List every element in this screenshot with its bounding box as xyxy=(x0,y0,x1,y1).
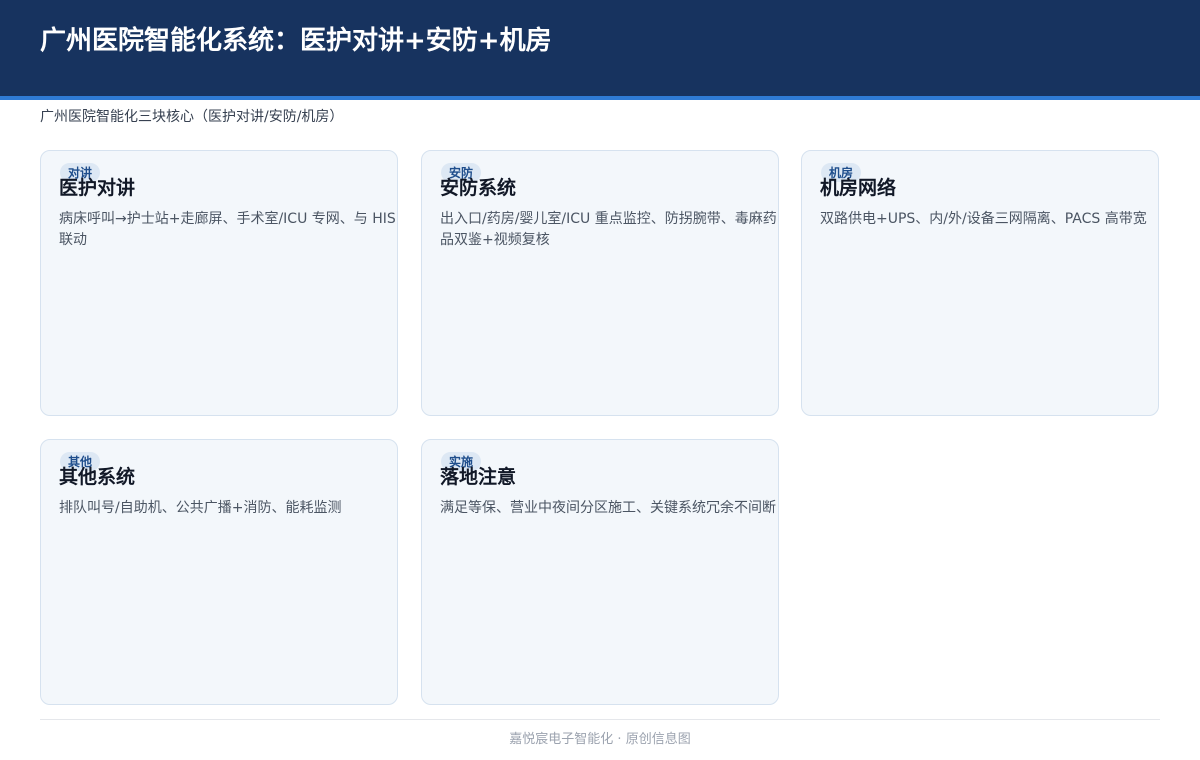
card-description: 病床呼叫→护士站+走廊屏、手术室/ICU 专网、与 HIS 联动 xyxy=(59,211,396,248)
page-subtitle: 广州医院智能化三块核心（医护对讲/安防/机房） xyxy=(40,109,344,125)
page-header: 广州医院智能化系统：医护对讲+安防+机房 xyxy=(0,0,1200,100)
page-title: 广州医院智能化系统：医护对讲+安防+机房 xyxy=(40,26,552,56)
card-implementation: 实施 落地注意 满足等保、营业中夜间分区施工、关键系统冗余不间断 xyxy=(421,439,779,705)
card-server-room: 机房 机房网络 双路供电+UPS、内/外/设备三网隔离、PACS 高带宽 xyxy=(801,150,1159,416)
card-security: 安防 安防系统 出入口/药房/婴儿室/ICU 重点监控、防拐腕带、毒麻药品双鉴+… xyxy=(421,150,779,416)
card-title: 医护对讲 xyxy=(59,177,136,199)
card-title: 落地注意 xyxy=(440,466,517,488)
card-description: 双路供电+UPS、内/外/设备三网隔离、PACS 高带宽 xyxy=(820,211,1147,227)
card-description: 排队叫号/自助机、公共广播+消防、能耗监测 xyxy=(59,500,342,516)
footer-divider xyxy=(40,719,1160,720)
footer-credit: 嘉悦宸电子智能化 · 原创信息图 xyxy=(509,732,691,747)
card-intercom: 对讲 医护对讲 病床呼叫→护士站+走廊屏、手术室/ICU 专网、与 HIS 联动 xyxy=(40,150,398,416)
card-description: 满足等保、营业中夜间分区施工、关键系统冗余不间断 xyxy=(440,500,776,516)
card-other-systems: 其他 其他系统 排队叫号/自助机、公共广播+消防、能耗监测 xyxy=(40,439,398,705)
card-title: 其他系统 xyxy=(59,466,136,488)
card-title: 安防系统 xyxy=(440,177,517,199)
card-title: 机房网络 xyxy=(820,177,897,199)
card-description: 出入口/药房/婴儿室/ICU 重点监控、防拐腕带、毒麻药品双鉴+视频复核 xyxy=(440,211,777,248)
